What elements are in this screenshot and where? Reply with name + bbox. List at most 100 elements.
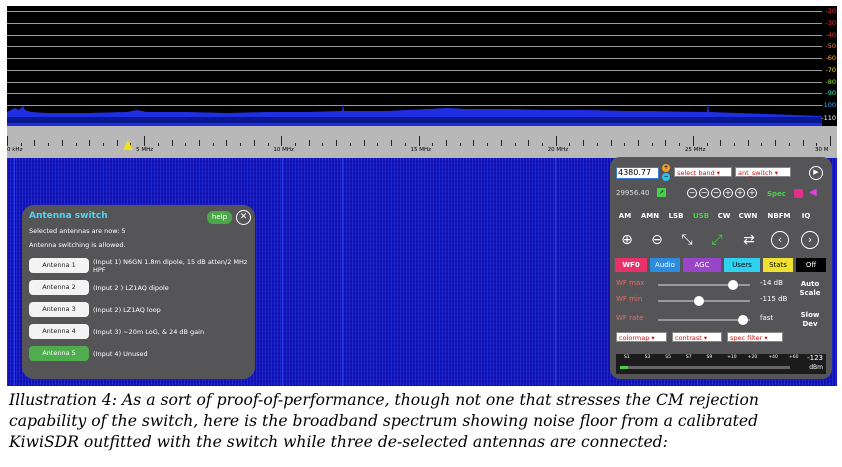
tuning-marker-icon[interactable] [123,135,133,154]
spectrum-display[interactable] [7,6,822,126]
slider-knob[interactable] [728,280,739,290]
freq-tick [610,140,612,146]
frequency-scale[interactable]: 0 kHz 5 MHz 10 MHz 15 MHz 20 MHz 25 MHz 30 M [7,126,837,158]
antenna-3-button[interactable]: Antenna 3 [29,302,89,317]
wf-max-label: WF max [616,279,645,287]
tab-wf0[interactable]: WF0 [615,258,647,272]
freq-label: 0 kHz [7,147,23,153]
freq-tick [20,143,22,146]
tab-stats[interactable]: Stats [763,258,793,272]
freq-tick [487,143,489,146]
zoom-out-icon[interactable]: ⊖ [646,229,668,251]
freq-label: 10 MHz [273,147,294,153]
freq-tick [665,140,667,146]
db-scale-label: -110 [821,114,836,122]
spec-filter-select[interactable]: spec filter ▾ [727,332,783,342]
antenna-row: Antenna 2 (Input 2 ) LZ1AQ dipole [29,280,254,296]
record-icon[interactable] [794,189,803,198]
freq-tick [404,143,406,146]
freq-tick [830,136,831,146]
mute-icon[interactable]: ◀ [809,187,817,199]
step-down-large-icon[interactable]: − [687,188,697,198]
freq-tick [500,140,502,146]
swap-icon[interactable]: ⇄ [738,229,760,251]
slider-knob[interactable] [694,296,705,306]
db-scale-label: -70 [825,66,836,74]
step-up-small-icon[interactable]: + [723,188,733,198]
figure-caption: Illustration 4: As a sort of proof-of-pe… [9,391,759,451]
step-up-large-icon[interactable]: + [747,188,757,198]
mode-iq-button[interactable]: IQ [797,210,815,222]
prev-page-icon[interactable]: ‹ [771,231,789,249]
minus-button[interactable]: − [662,173,670,181]
spec-toggle[interactable]: Spec [767,190,786,198]
freq-tick [349,143,351,146]
freq-tick [281,136,283,146]
mode-nbfm-button[interactable]: NBFM [763,210,795,222]
help-button[interactable]: help [207,211,232,224]
step-down-icon[interactable]: − [699,188,709,198]
freq-tick [61,140,63,146]
s-meter-value: -123 [807,354,823,362]
band-select[interactable]: select band ▾ [674,167,732,177]
slow-dev-line: Dev [802,320,818,328]
zoom-max-icon[interactable]: ⤢ [706,229,728,251]
s-meter-label: S7 [685,355,692,360]
freq-label: 15 MHz [410,147,432,153]
mode-cw-button[interactable]: CW [715,210,733,222]
freq-tick [802,140,804,146]
wf-min-label: WF min [616,295,643,303]
colormap-select[interactable]: colormap ▾ [616,332,667,342]
antenna-row: Antenna 4 (Input 3) ~20m LoG, & 24 dB ga… [29,324,254,340]
zoom-in-icon[interactable]: ⊕ [616,229,638,251]
wf-max-slider[interactable] [658,280,750,290]
slow-dev-line: Slow [800,311,820,319]
tab-audio[interactable]: Audio [650,258,680,272]
s-meter-label: +60 [789,355,799,360]
freq-tick [171,140,173,146]
freq-label: 5 MHz [136,147,154,153]
external-link-icon[interactable]: ↗ [657,188,666,197]
antenna-1-button[interactable]: Antenna 1 [29,258,89,273]
freq-tick [363,140,365,146]
play-icon[interactable]: ▶ [809,166,823,180]
mode-usb-button[interactable]: USB [690,210,712,222]
signal-trace [555,158,556,386]
freq-tick [445,140,447,146]
freq-tick [692,136,694,146]
contrast-select[interactable]: contrast ▾ [672,332,722,342]
auto-scale-button[interactable]: Auto Scale [795,280,825,298]
frequency-input[interactable]: 4380.77 [616,167,659,179]
antenna-5-button[interactable]: Antenna 5 [29,346,89,361]
antenna-row: Antenna 1 (Input 1) N6GN 1.8m dipole, 15… [29,258,254,274]
mode-amn-button[interactable]: AMN [637,210,663,222]
zoom-fit-icon[interactable]: ⤡ [676,229,698,251]
antenna-select[interactable]: ant_switch ▾ [735,167,791,177]
slow-dev-button[interactable]: Slow Dev [795,311,825,329]
mode-cwn-button[interactable]: CWN [735,210,761,222]
mode-am-button[interactable]: AM [615,210,635,222]
next-page-icon[interactable]: › [801,231,819,249]
step-up-icon[interactable]: + [735,188,745,198]
wf-min-slider[interactable] [658,296,750,306]
slider-knob[interactable] [737,315,748,325]
tab-agc[interactable]: AGC [683,258,721,272]
antenna-switch-panel: Antenna switch help ✕ Selected antennas … [22,205,255,379]
tab-users[interactable]: Users [724,258,760,272]
db-scale-label: -90 [825,89,836,97]
wf-rate-slider[interactable] [658,315,750,325]
tab-off[interactable]: Off [796,258,826,272]
close-icon[interactable]: ✕ [236,210,251,225]
step-down-small-icon[interactable]: − [711,188,721,198]
plus-button[interactable]: + [662,164,670,172]
freq-tick [377,143,379,146]
antenna-4-button[interactable]: Antenna 4 [29,324,89,339]
antenna-2-button[interactable]: Antenna 2 [29,280,89,295]
antenna-description: (Input 2) LZ1AQ loop [93,306,161,314]
freq-tick [733,143,735,146]
freq-tick [157,143,159,146]
mode-lsb-button[interactable]: LSB [665,210,687,222]
signal-trace [342,158,343,386]
signal-trace [282,158,283,386]
freq-tick [391,140,393,146]
